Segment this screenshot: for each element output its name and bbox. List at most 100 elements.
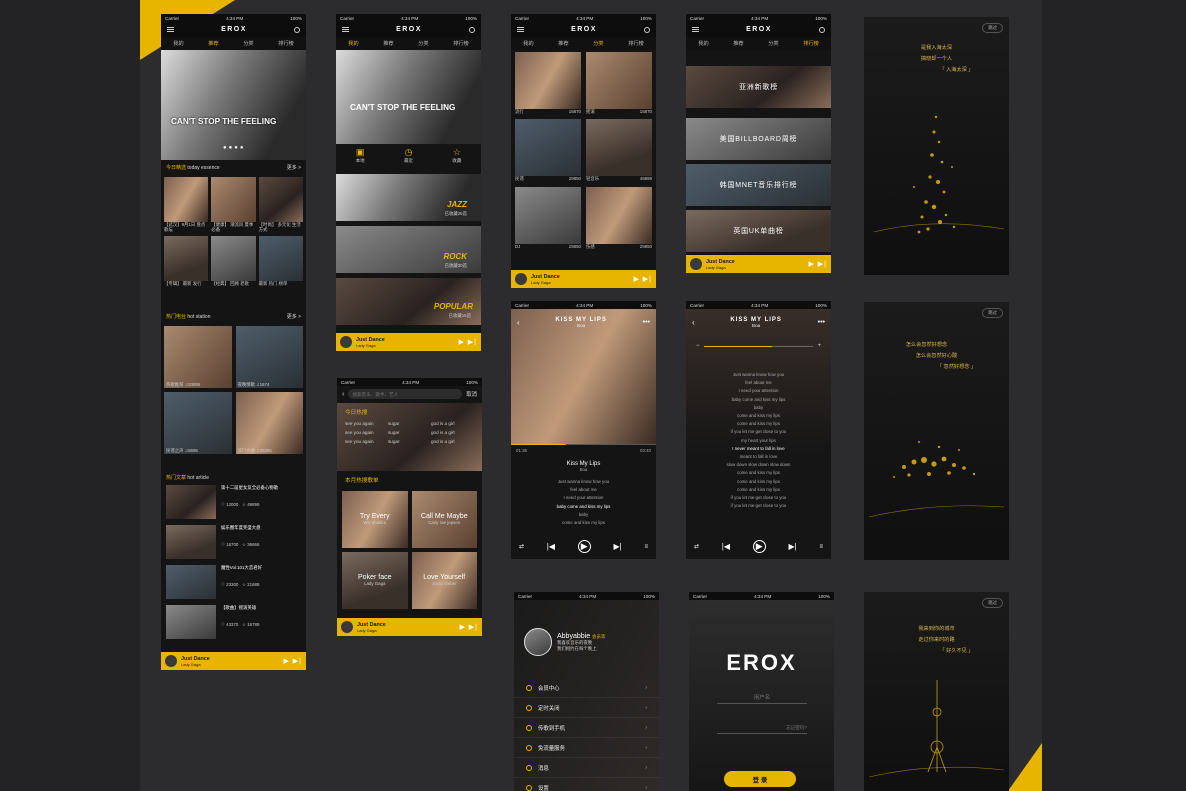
prev-icon[interactable]: |◀ xyxy=(722,542,730,551)
hot-tag[interactable]: see you again xyxy=(345,421,388,426)
progress-track[interactable] xyxy=(511,444,656,445)
category-card[interactable]: 摇滚 15870 xyxy=(586,52,652,114)
back-icon[interactable]: ‹ xyxy=(342,391,344,398)
today-card[interactable]: 最新 热门 榜单 xyxy=(258,235,303,286)
article-item[interactable]: 【歌曲】摇滚英雄 ♡ 43370 ☆ 16789 xyxy=(166,605,301,643)
tab-recommend[interactable]: 推荐 xyxy=(733,40,743,47)
volume-down-icon[interactable]: − xyxy=(696,343,700,349)
menu-messages[interactable]: 消息 › xyxy=(514,758,659,778)
hot-tag[interactable]: see you again xyxy=(345,439,388,444)
tab-category[interactable]: 分类 xyxy=(593,40,603,47)
mini-player[interactable]: Just Dance Lady Gaga ▶ ▶| xyxy=(337,618,482,636)
login-button[interactable]: 登 录 xyxy=(724,771,796,787)
next-icon[interactable]: ▶| xyxy=(613,542,621,551)
volume-slider[interactable] xyxy=(703,345,814,347)
chart-item[interactable]: 韩国MNET音乐排行榜 xyxy=(686,164,831,206)
list-icon[interactable]: ≡ xyxy=(644,544,648,550)
article-item[interactable]: 娱乐圈年度奖盛大盘 ♡ 16700 ☆ 36666 xyxy=(166,525,301,563)
local-button[interactable]: ▣ 本地 xyxy=(356,147,365,163)
category-card[interactable]: 轻音乐 49899 xyxy=(586,119,652,181)
tab-category[interactable]: 分类 xyxy=(418,40,428,47)
hero-banner[interactable]: CAN'T STOP THE FEELING ●●●● xyxy=(161,50,306,160)
play-next-icon[interactable]: ▶ ▶| xyxy=(808,260,827,268)
tab-mine[interactable]: 我的 xyxy=(523,40,533,47)
today-card[interactable]: 【经典】 回顾 老歌 xyxy=(211,235,256,286)
repeat-icon[interactable]: ⇄ xyxy=(519,543,524,550)
next-icon[interactable]: ▶| xyxy=(788,542,796,551)
hot-tag[interactable]: god is a girl xyxy=(431,430,474,435)
hot-tag[interactable]: sugar xyxy=(388,421,431,426)
chart-item[interactable]: 美国BILLBOARD周榜 xyxy=(686,118,831,160)
password-field[interactable] xyxy=(717,722,807,734)
menu-icon[interactable] xyxy=(167,27,174,32)
today-card[interactable]: 【时尚】 多元化 生活方式 xyxy=(258,177,303,233)
more-icon[interactable]: ••• xyxy=(818,319,825,326)
genre-card[interactable]: ROCK 已收藏30首 xyxy=(336,226,481,273)
tab-mine[interactable]: 我的 xyxy=(173,40,183,47)
article-item[interactable]: 魔性Vol.101大恋君好 ♡ 23300 ☆ 21688 xyxy=(166,565,301,603)
station-card[interactable]: 夜晚情歌 ♫1674 xyxy=(235,326,303,388)
menu-member[interactable]: 会员中心 › xyxy=(514,678,659,698)
playlist-card[interactable]: Love Yourself Justin bieber xyxy=(411,552,477,609)
volume-up-icon[interactable]: + xyxy=(817,343,821,349)
station-card[interactable]: 流行金曲 ♫26895 xyxy=(235,392,303,454)
today-card[interactable]: 【健康】 潮流风 夏季必备 xyxy=(211,177,256,233)
menu-icon[interactable] xyxy=(692,27,699,32)
menu-settings[interactable]: 设置 › xyxy=(514,778,659,791)
search-icon[interactable] xyxy=(644,26,650,33)
tab-recommend[interactable]: 推荐 xyxy=(383,40,393,47)
playlist-card[interactable]: Call Me Maybe Carly rae jepsen xyxy=(411,491,477,548)
more-link[interactable]: 更多 > xyxy=(287,164,301,171)
menu-transfer[interactable]: 传歌到手机 › xyxy=(514,718,659,738)
chart-item[interactable]: 英国UK单曲榜 xyxy=(686,210,831,252)
back-icon[interactable]: ‹ xyxy=(692,318,695,327)
recent-button[interactable]: ◷ 最近 xyxy=(404,147,413,163)
play-next-icon[interactable]: ▶ ▶| xyxy=(633,275,652,283)
play-next-icon[interactable]: ▶ ▶| xyxy=(283,657,302,665)
search-input[interactable] xyxy=(348,389,463,399)
menu-icon[interactable] xyxy=(517,27,524,32)
cancel-button[interactable]: 取消 xyxy=(466,390,477,398)
article-item[interactable]: 第十二届星女友全必备心物歌 ♡ 12000 ☆ 49899 xyxy=(166,485,301,523)
search-icon[interactable] xyxy=(469,26,475,33)
tab-chart[interactable]: 排行榜 xyxy=(278,40,294,47)
genre-card[interactable]: POPULAR 已收藏15首 xyxy=(336,278,481,325)
repeat-icon[interactable]: ⇄ xyxy=(694,543,699,550)
prev-icon[interactable]: |◀ xyxy=(547,542,555,551)
username-field[interactable] xyxy=(717,692,807,704)
hot-tag[interactable]: sugar xyxy=(388,430,431,435)
playlist-card[interactable]: Try Every Wly shakira xyxy=(342,491,408,548)
more-icon[interactable]: ••• xyxy=(643,319,650,326)
playlist-card[interactable]: Poker face Lady Gaga xyxy=(342,552,408,609)
tab-mine[interactable]: 我的 xyxy=(348,40,358,47)
back-icon[interactable]: ‹ xyxy=(517,318,520,327)
station-card[interactable]: 民谣之声 ♫5695 xyxy=(164,392,232,454)
tab-chart[interactable]: 排行榜 xyxy=(628,40,644,47)
play-icon[interactable]: ▶ xyxy=(752,540,766,553)
play-next-icon[interactable]: ▶ ▶| xyxy=(459,623,478,631)
hero-banner[interactable]: CAN'T STOP THE FEELING xyxy=(336,50,481,144)
list-icon[interactable]: ≡ xyxy=(819,544,823,550)
mini-player[interactable]: Just Dance Lady Gaga ▶ ▶| xyxy=(511,270,656,288)
today-card[interactable]: 【专辑】 最新 发行 xyxy=(164,235,209,286)
category-card[interactable]: 流行 15870 xyxy=(515,52,581,114)
tab-chart[interactable]: 排行榜 xyxy=(803,40,819,47)
tab-category[interactable]: 分类 xyxy=(243,40,253,47)
hot-tag[interactable]: god is a girl xyxy=(431,439,474,444)
search-icon[interactable] xyxy=(819,26,825,33)
tab-chart[interactable]: 排行榜 xyxy=(453,40,469,47)
chart-item[interactable]: 亚洲新歌榜 xyxy=(686,66,831,108)
today-card[interactable]: 【武汉】9月1日 盘点歌坛 xyxy=(164,177,209,233)
hot-tag[interactable]: god is a girl xyxy=(431,421,474,426)
menu-free-data[interactable]: 免流量服务 › xyxy=(514,738,659,758)
favorite-button[interactable]: ☆ 收藏 xyxy=(452,147,461,163)
tab-mine[interactable]: 我的 xyxy=(698,40,708,47)
more-link[interactable]: 更多 > xyxy=(287,313,301,320)
tab-recommend[interactable]: 推荐 xyxy=(558,40,568,47)
carousel-dots[interactable]: ●●●● xyxy=(223,145,246,151)
category-card[interactable]: 伤感 29850 xyxy=(586,186,652,249)
profile[interactable]: Abbyabbie 会员等 我喜欢音乐的夜晚 我们相约在每个晚上 xyxy=(524,628,605,656)
station-card[interactable]: 热歌推荐 ♫23895 xyxy=(164,326,232,388)
hot-tag[interactable]: sugar xyxy=(388,439,431,444)
tab-category[interactable]: 分类 xyxy=(768,40,778,47)
